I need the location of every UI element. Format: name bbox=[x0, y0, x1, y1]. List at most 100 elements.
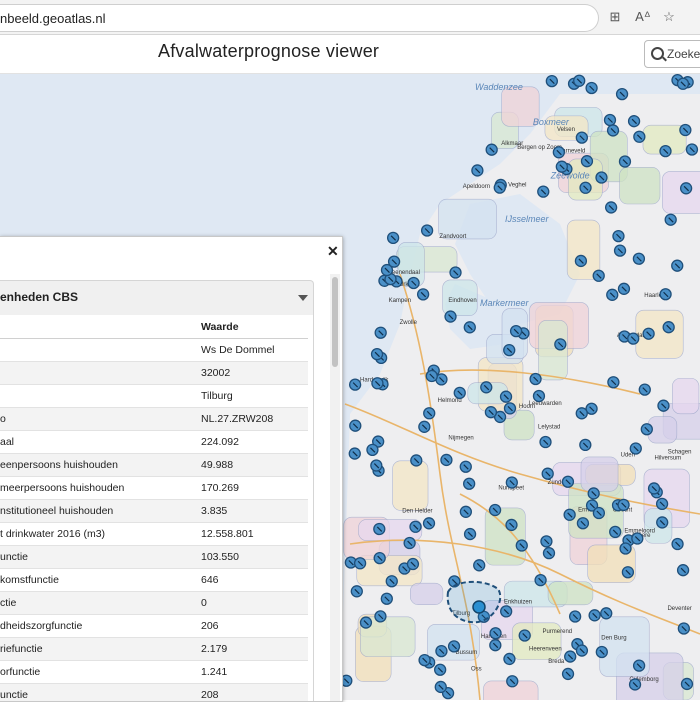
treatment-plant-marker[interactable] bbox=[407, 276, 420, 290]
treatment-plant-marker[interactable] bbox=[348, 447, 361, 460]
municipality-region[interactable] bbox=[538, 320, 568, 381]
favorites-icon[interactable]: ☆ bbox=[660, 8, 678, 26]
treatment-plant-marker[interactable] bbox=[503, 343, 516, 357]
treatment-plant-marker[interactable] bbox=[592, 269, 605, 282]
municipality-region[interactable] bbox=[484, 507, 526, 566]
treatment-plant-marker[interactable] bbox=[359, 616, 373, 629]
treatment-plant-marker[interactable] bbox=[679, 123, 692, 137]
treatment-plant-marker[interactable] bbox=[680, 677, 694, 691]
municipality-region[interactable] bbox=[392, 460, 429, 511]
treatment-plant-marker[interactable] bbox=[471, 164, 484, 177]
treatment-plant-marker[interactable] bbox=[366, 443, 379, 457]
treatment-plant-marker[interactable] bbox=[612, 229, 625, 243]
treatment-plant-marker[interactable] bbox=[386, 231, 400, 245]
treatment-plant-marker[interactable] bbox=[615, 87, 629, 101]
municipality-region[interactable] bbox=[409, 582, 444, 605]
municipality-region[interactable] bbox=[580, 456, 619, 492]
treatment-plant-marker[interactable] bbox=[579, 181, 592, 194]
treatment-plant-marker[interactable] bbox=[621, 566, 635, 579]
search-input[interactable]: Zoeken... bbox=[644, 40, 700, 68]
treatment-plant-marker[interactable] bbox=[416, 288, 430, 301]
treatment-plant-marker[interactable] bbox=[532, 389, 546, 403]
treatment-plant-marker[interactable] bbox=[503, 652, 516, 666]
treatment-plant-marker[interactable] bbox=[489, 639, 502, 652]
treatment-plant-marker[interactable] bbox=[380, 592, 393, 605]
treatment-plant-marker[interactable] bbox=[585, 81, 598, 95]
treatment-plant-marker[interactable] bbox=[542, 546, 556, 560]
treatment-plant-marker[interactable] bbox=[655, 497, 669, 511]
treatment-plant-marker[interactable] bbox=[449, 266, 462, 279]
treatment-plant-marker[interactable] bbox=[633, 130, 646, 143]
treatment-plant-marker[interactable] bbox=[473, 559, 486, 572]
treatment-plant-marker[interactable] bbox=[489, 627, 502, 640]
treatment-plant-marker[interactable] bbox=[647, 482, 661, 495]
treatment-plant-marker[interactable] bbox=[575, 407, 588, 420]
treatment-plant-marker[interactable] bbox=[485, 143, 498, 156]
treatment-plant-marker[interactable] bbox=[576, 517, 590, 530]
treatment-plant-marker[interactable] bbox=[606, 124, 620, 137]
treatment-plant-marker[interactable] bbox=[463, 527, 477, 541]
treatment-plant-marker[interactable] bbox=[493, 181, 506, 194]
treatment-plant-marker[interactable] bbox=[595, 645, 608, 659]
treatment-plant-marker[interactable] bbox=[540, 535, 553, 548]
treatment-plant-marker[interactable] bbox=[423, 407, 436, 420]
treatment-plant-marker[interactable] bbox=[671, 259, 684, 272]
treatment-plant-marker[interactable] bbox=[677, 622, 690, 635]
treatment-plant-marker[interactable] bbox=[406, 557, 420, 571]
treatment-plant-marker[interactable] bbox=[459, 505, 472, 518]
treatment-plant-marker[interactable] bbox=[545, 74, 558, 88]
treatment-plant-marker[interactable] bbox=[370, 347, 384, 361]
treatment-plant-marker[interactable] bbox=[638, 383, 651, 396]
treatment-plant-marker[interactable] bbox=[350, 585, 363, 598]
treatment-plant-marker[interactable] bbox=[659, 288, 672, 301]
treatment-plant-marker[interactable] bbox=[403, 536, 416, 550]
treatment-plant-marker[interactable] bbox=[613, 244, 627, 257]
treatment-plant-marker[interactable] bbox=[554, 338, 567, 351]
treatment-plant-marker[interactable] bbox=[592, 506, 606, 520]
treatment-plant-marker[interactable] bbox=[444, 310, 457, 323]
treatment-plant-marker[interactable] bbox=[374, 326, 387, 339]
treatment-plant-marker[interactable] bbox=[410, 454, 423, 467]
treatment-plant-marker[interactable] bbox=[529, 372, 542, 386]
treatment-plant-marker[interactable] bbox=[640, 423, 653, 436]
treatment-plant-marker[interactable] bbox=[618, 155, 632, 168]
accordion-header[interactable]: enheden CBS bbox=[0, 280, 314, 316]
address-bar[interactable]: nbeeld.geoatlas.nl bbox=[0, 4, 599, 32]
treatment-plant-marker[interactable] bbox=[420, 224, 434, 237]
treatment-plant-marker[interactable] bbox=[629, 442, 642, 455]
treatment-plant-marker[interactable] bbox=[564, 650, 577, 663]
treatment-plant-marker[interactable] bbox=[573, 74, 586, 87]
treatment-plant-marker[interactable] bbox=[484, 406, 498, 419]
treatment-plant-marker[interactable] bbox=[385, 575, 398, 588]
chevron-down-icon[interactable] bbox=[298, 295, 308, 301]
treatment-plant-marker[interactable] bbox=[656, 516, 669, 529]
treatment-plant-marker[interactable] bbox=[499, 390, 513, 403]
treatment-plant-marker[interactable] bbox=[480, 381, 493, 394]
treatment-plant-marker[interactable] bbox=[440, 453, 453, 467]
treatment-plant-marker[interactable] bbox=[418, 653, 431, 667]
treatment-plant-marker[interactable] bbox=[628, 678, 642, 691]
treatment-plant-marker[interactable] bbox=[561, 667, 575, 681]
treatment-plant-marker[interactable] bbox=[509, 324, 523, 338]
selected-region-marker[interactable] bbox=[472, 600, 486, 614]
treatment-plant-marker[interactable] bbox=[373, 522, 386, 536]
close-icon[interactable]: ✕ bbox=[327, 243, 339, 260]
treatment-plant-marker[interactable] bbox=[409, 520, 422, 533]
scrollbar-thumb[interactable] bbox=[332, 277, 338, 367]
treatment-plant-marker[interactable] bbox=[595, 171, 608, 184]
municipality-region[interactable] bbox=[662, 171, 700, 214]
treatment-plant-marker[interactable] bbox=[632, 252, 646, 265]
treatment-plant-marker[interactable] bbox=[561, 475, 575, 488]
treatment-plant-marker[interactable] bbox=[534, 574, 547, 587]
treatment-plant-marker[interactable] bbox=[434, 663, 447, 676]
treatment-plant-marker[interactable] bbox=[575, 131, 588, 144]
treatment-plant-marker[interactable] bbox=[349, 419, 362, 432]
treatment-plant-marker[interactable] bbox=[422, 517, 436, 530]
treatment-plant-marker[interactable] bbox=[662, 321, 675, 334]
treatment-plant-marker[interactable] bbox=[607, 376, 620, 389]
treatment-plant-marker[interactable] bbox=[631, 532, 644, 545]
treatment-plant-marker[interactable] bbox=[657, 399, 670, 412]
treatment-plant-marker[interactable] bbox=[387, 255, 401, 268]
treatment-plant-marker[interactable] bbox=[619, 542, 632, 555]
municipality-region[interactable] bbox=[619, 167, 661, 205]
